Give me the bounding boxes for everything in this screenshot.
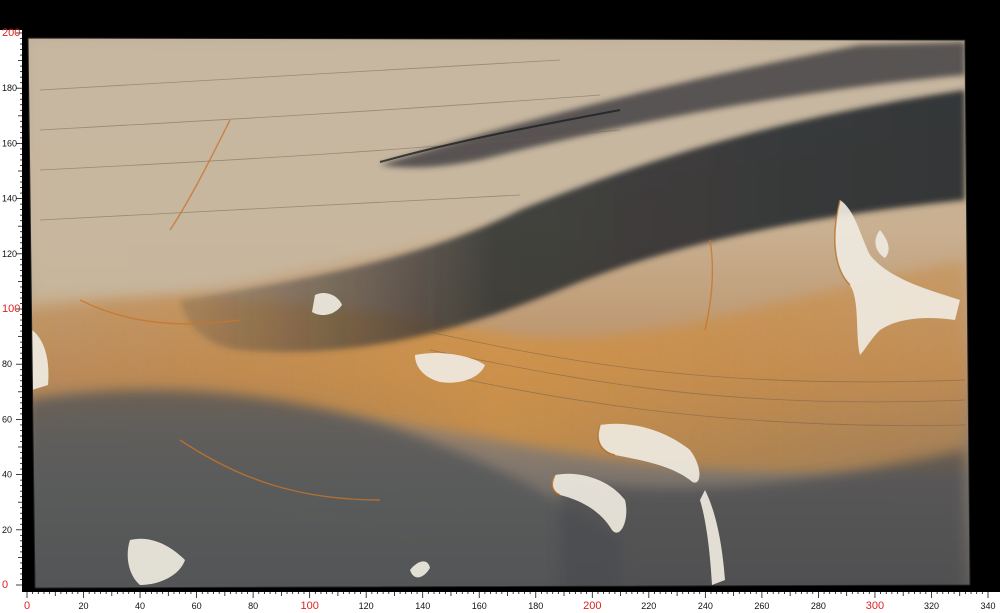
bottom-ruler-label: 340 bbox=[980, 601, 995, 611]
bottom-ruler-label: 40 bbox=[135, 601, 145, 611]
left-ruler-label: 20 bbox=[2, 525, 12, 535]
left-ruler-label: 0 bbox=[2, 579, 8, 591]
bottom-ruler-label: 20 bbox=[79, 601, 89, 611]
bottom-ruler-strip bbox=[0, 592, 1000, 613]
left-ruler-label: 100 bbox=[2, 303, 20, 315]
left-ruler-label: 80 bbox=[2, 359, 12, 369]
bottom-ruler-label: 160 bbox=[472, 601, 487, 611]
bottom-ruler-label: 320 bbox=[924, 601, 939, 611]
bottom-ruler-label: 140 bbox=[415, 601, 430, 611]
bottom-ruler-label: 0 bbox=[24, 600, 30, 612]
bottom-ruler-label: 220 bbox=[641, 601, 656, 611]
left-ruler-label: 160 bbox=[2, 138, 17, 148]
bottom-ruler-label: 240 bbox=[698, 601, 713, 611]
bottom-ruler-label: 80 bbox=[248, 601, 258, 611]
bottom-ruler-label: 180 bbox=[528, 601, 543, 611]
bottom-ruler-label: 260 bbox=[754, 601, 769, 611]
bottom-ruler-label: 300 bbox=[866, 600, 884, 612]
bottom-ruler-label: 120 bbox=[359, 601, 374, 611]
bottom-ruler-label: 100 bbox=[300, 600, 318, 612]
left-ruler-label: 200 bbox=[2, 27, 20, 39]
slab-photo: 0 20 40 60 80 100 120 140 160 180 200 0 20 40 60 80 100… bbox=[0, 27, 1000, 613]
left-ruler-label: 40 bbox=[2, 470, 12, 480]
stone-slab bbox=[28, 38, 970, 588]
left-ruler-label: 180 bbox=[2, 83, 17, 93]
left-ruler-label: 60 bbox=[2, 414, 12, 424]
left-ruler: 0 20 40 60 80 100 120 140 160 180 200 bbox=[0, 27, 22, 595]
bottom-ruler: 0 20 40 60 80 100 120 140 160 180 200 220 240 260 280 3… bbox=[0, 592, 1000, 613]
bottom-ruler-label: 200 bbox=[583, 600, 601, 612]
bottom-ruler-label: 60 bbox=[192, 601, 202, 611]
left-ruler-label: 140 bbox=[2, 194, 17, 204]
slab-photo-stage: 0 20 40 60 80 100 120 140 160 180 200 0 20 40 60 80 100… bbox=[0, 0, 1000, 613]
left-ruler-label: 120 bbox=[2, 249, 17, 259]
bottom-ruler-label: 280 bbox=[811, 601, 826, 611]
